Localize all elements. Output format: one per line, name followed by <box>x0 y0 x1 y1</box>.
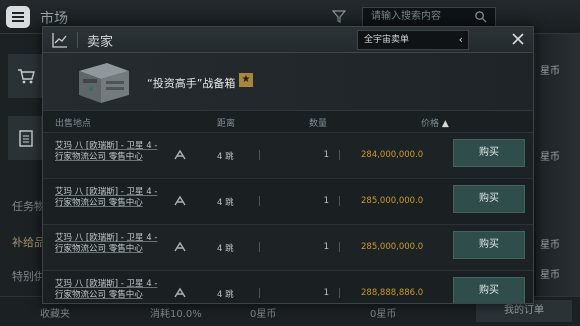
right-edge-panel <box>536 34 580 326</box>
cell-divider <box>259 150 260 160</box>
buy-button[interactable]: 购买 <box>453 139 525 167</box>
jump-count: 4 跳 <box>217 198 234 208</box>
table-row: 艾玛 八 [欧瑞斯] - 卫星 4 - 行家物流公司 零售中心 4 跳 1 28… <box>43 133 533 179</box>
cell-divider <box>339 288 340 298</box>
cell-divider <box>339 196 340 206</box>
item-banner: “投资高手”战备箱 ★ <box>43 53 533 111</box>
cart-nav-item[interactable] <box>8 54 44 98</box>
price-value: 284,000,000.0 <box>361 150 424 160</box>
orders-nav-item[interactable] <box>8 116 44 160</box>
route-icon[interactable] <box>173 286 187 300</box>
jump-count: 4 跳 <box>217 152 234 162</box>
cell-divider <box>259 288 260 298</box>
search-icon[interactable] <box>474 10 487 23</box>
price-value: 285,000,000.0 <box>361 196 424 206</box>
table-row: 艾玛 八 [欧瑞斯] - 卫星 4 - 行家物流公司 零售中心 4 跳 1 28… <box>43 271 533 303</box>
right-label-currency: 星币 <box>540 240 560 251</box>
item-name: “投资高手”战备箱 <box>147 77 236 90</box>
buy-button[interactable]: 购买 <box>453 277 525 303</box>
close-icon[interactable] <box>509 30 527 48</box>
filter-icon[interactable] <box>332 9 346 23</box>
region-select[interactable]: 全宇宙卖单 ‹ <box>357 30 469 50</box>
clipboard-icon <box>19 130 33 147</box>
column-price-label: 价格 <box>421 119 440 129</box>
cell-divider <box>339 150 340 160</box>
market-title: 市场 <box>40 11 68 27</box>
quantity-value: 1 <box>323 242 329 252</box>
buy-button[interactable]: 购买 <box>453 185 525 213</box>
column-location[interactable]: 出售地点 <box>55 116 91 129</box>
left-label-supplies[interactable]: 补给品 <box>12 234 45 250</box>
buy-button[interactable]: 购买 <box>453 231 525 259</box>
price-value: 285,000,000.0 <box>361 242 424 252</box>
header-divider <box>77 32 78 48</box>
right-label-currency: 星币 <box>540 270 560 281</box>
crate-image <box>79 63 129 103</box>
cell-divider <box>259 196 260 206</box>
sort-ascending-icon: ▲ <box>441 119 449 129</box>
modal-title: 卖家 <box>87 35 114 50</box>
jump-count: 4 跳 <box>217 244 234 254</box>
chevron-left-icon: ‹ <box>458 33 463 46</box>
location-link[interactable]: 艾玛 八 [欧瑞斯] - 卫星 4 - 行家物流公司 零售中心 <box>55 279 167 301</box>
column-distance[interactable]: 距离 <box>217 116 235 129</box>
route-icon[interactable] <box>173 240 187 254</box>
route-icon[interactable] <box>173 194 187 208</box>
menu-button[interactable] <box>6 6 30 28</box>
quantity-value: 1 <box>323 288 329 298</box>
table-row: 艾玛 八 [欧瑞斯] - 卫星 4 - 行家物流公司 零售中心 4 跳 1 28… <box>43 179 533 225</box>
table-row: 艾玛 八 [欧瑞斯] - 卫星 4 - 行家物流公司 零售中心 4 跳 1 28… <box>43 225 533 271</box>
price-value: 288,888,886.0 <box>361 288 424 298</box>
location-link[interactable]: 艾玛 八 [欧瑞斯] - 卫星 4 - 行家物流公司 零售中心 <box>55 187 167 209</box>
left-label-missions[interactable]: 任务物 <box>12 198 45 214</box>
currency-b-label: 0星币 <box>370 309 397 320</box>
cell-divider <box>339 242 340 252</box>
jump-count: 4 跳 <box>217 290 234 300</box>
sellers-modal: 卖家 全宇宙卖单 ‹ “投资高手”战备箱 ★ 出售地点 距离 数量 价格 ▲ 艾… <box>42 26 534 304</box>
route-icon[interactable] <box>173 148 187 162</box>
chart-icon <box>52 33 67 48</box>
favorites-label[interactable]: 收藏夹 <box>40 305 70 320</box>
column-quantity[interactable]: 数量 <box>309 116 327 129</box>
right-label-currency: 星币 <box>540 66 560 77</box>
column-price[interactable]: 价格 ▲ <box>421 116 449 129</box>
modal-header: 卖家 全宇宙卖单 ‹ <box>43 27 533 53</box>
star-icon: ★ <box>239 73 253 87</box>
column-headers: 出售地点 距离 数量 价格 ▲ <box>43 111 533 133</box>
region-select-value: 全宇宙卖单 <box>364 35 410 45</box>
cell-divider <box>259 242 260 252</box>
discount-label: 消耗10.0% <box>150 309 202 320</box>
quantity-value: 1 <box>323 150 329 160</box>
left-label-special[interactable]: 特别供 <box>12 268 45 284</box>
cart-icon <box>18 69 35 84</box>
location-link[interactable]: 艾玛 八 [欧瑞斯] - 卫星 4 - 行家物流公司 零售中心 <box>55 233 167 255</box>
location-link[interactable]: 艾玛 八 [欧瑞斯] - 卫星 4 - 行家物流公司 零售中心 <box>55 141 167 163</box>
currency-a-label: 0星币 <box>250 309 277 320</box>
right-label-currency: 星币 <box>540 152 560 163</box>
quantity-value: 1 <box>323 196 329 206</box>
